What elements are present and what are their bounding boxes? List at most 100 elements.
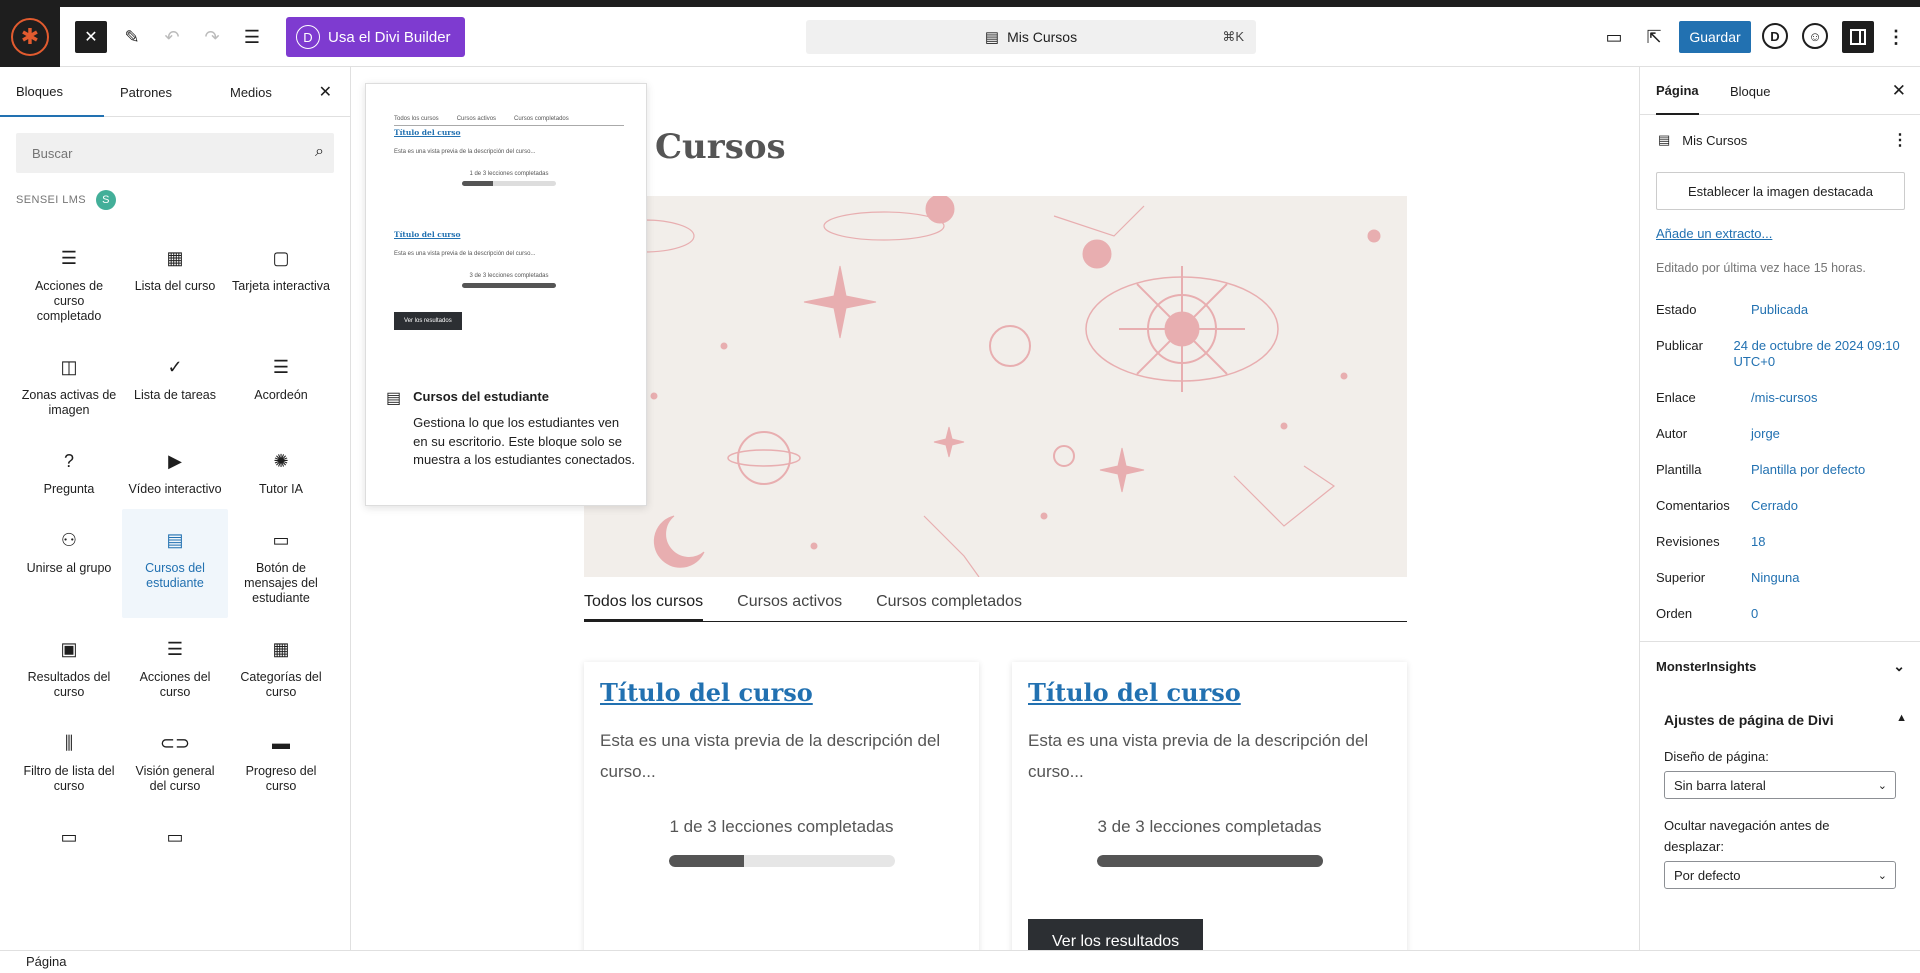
document-icon: ▤ (984, 29, 1000, 46)
block-item[interactable]: ▦ Lista del curso (122, 227, 228, 336)
block-item[interactable]: ◫ Zonas activas de imagen (16, 336, 122, 430)
button-icon: ▭ (60, 826, 78, 847)
meta-value-link[interactable]: Publicada (1751, 302, 1808, 318)
external-view-icon[interactable]: ⇱ (1638, 21, 1670, 53)
block-item[interactable]: ☰ Acciones de curso completado (16, 227, 122, 336)
progress-bar (1096, 855, 1323, 867)
settings-sidebar-toggle[interactable] (1842, 21, 1874, 53)
block-item[interactable]: ▬ Progreso del curso (228, 712, 334, 806)
meta-key: Revisiones (1656, 534, 1720, 549)
block-item[interactable]: ☰ Acciones del curso (122, 618, 228, 712)
close-sidebar-icon[interactable]: ✕ (1892, 81, 1906, 101)
block-item[interactable]: ⚇ Unirse al grupo (16, 509, 122, 618)
block-item[interactable]: ✓ Lista de tareas (122, 336, 228, 430)
tab-pagina[interactable]: Página (1656, 67, 1699, 115)
doc-actions-kebab-icon[interactable]: ⋮ (1892, 130, 1908, 150)
course-results-icon: ▣ (60, 638, 78, 659)
block-item[interactable]: ⊂⊃ Visión general del curso (122, 712, 228, 806)
meta-value-link[interactable]: jorge (1751, 426, 1780, 442)
tab-patrones[interactable]: Patrones (104, 67, 208, 117)
sidebar-icon (1850, 29, 1866, 45)
set-featured-image-button[interactable]: Establecer la imagen destacada (1656, 172, 1905, 210)
block-label: Lista de tareas (134, 388, 216, 402)
save-button[interactable]: Guardar (1679, 21, 1751, 53)
hide-nav-select[interactable]: Por defecto ⌄ (1664, 861, 1896, 889)
meta-value-link[interactable]: Cerrado (1751, 498, 1798, 514)
meta-value-link[interactable]: /mis-cursos (1751, 390, 1817, 406)
block-item[interactable]: ? Pregunta (16, 430, 122, 509)
meta-key: Orden (1656, 606, 1693, 621)
meta-value-link[interactable]: 0 (1751, 606, 1758, 622)
document-title: Mis Cursos (1007, 29, 1078, 45)
divi-panel-header[interactable]: Ajustes de página de Divi ▲ (1640, 694, 1920, 746)
meta-row: Enlace/mis-cursos (1656, 390, 1906, 406)
breadcrumb[interactable]: Página (26, 954, 66, 969)
undo-icon[interactable]: ↶ (156, 21, 188, 53)
block-item[interactable]: ▢ Tarjeta interactiva (228, 227, 334, 336)
meta-row: Estado Publicada (1656, 302, 1906, 318)
block-item[interactable]: ⫼ Filtro de lista del curso (16, 712, 122, 806)
tab-all-courses[interactable]: Todos los cursos (584, 593, 704, 622)
divi-circle-icon[interactable]: D (1762, 23, 1788, 49)
meta-value-link[interactable]: 24 de octubre de 2024 09:10 UTC+0 (1734, 338, 1906, 370)
meta-value-link[interactable]: Ninguna (1751, 570, 1799, 586)
preview-progress-text: 1 de 3 lecciones completadas (469, 171, 549, 177)
document-overview-icon[interactable]: ☰ (236, 21, 268, 53)
course-actions-icon: ☰ (60, 247, 78, 268)
layout-value: Sin barra lateral (1674, 777, 1766, 793)
close-inserter-button[interactable]: ✕ (75, 21, 107, 53)
search-icon: ⌕ (315, 143, 324, 160)
add-excerpt-link[interactable]: Añade un extracto... (1656, 226, 1772, 241)
block-item[interactable]: ▦ Categorías del curso (228, 618, 334, 712)
monsterinsights-panel[interactable]: MonsterInsights ⌄ (1640, 641, 1920, 691)
block-item[interactable]: ▤ Cursos del estudiante (122, 509, 228, 618)
block-item[interactable]: ▣ Resultados del curso (16, 618, 122, 712)
divi-builder-button[interactable]: D Usa el Divi Builder (286, 17, 465, 57)
meta-value-link[interactable]: Plantilla por defecto (1751, 462, 1865, 478)
close-inserter-icon[interactable]: ✕ (319, 67, 332, 117)
page-title[interactable]: Cursos (655, 127, 786, 167)
hero-image[interactable] (584, 196, 1407, 577)
meta-key: Publicar (1656, 338, 1703, 353)
redo-icon[interactable]: ↷ (196, 21, 228, 53)
block-item[interactable]: ▭ (16, 806, 122, 870)
course-card: Título del curso Esta es una vista previ… (584, 662, 979, 950)
preview-progress-bar (462, 181, 556, 186)
block-label: Resultados del curso (27, 670, 111, 699)
tab-bloque[interactable]: Bloque (1730, 67, 1770, 115)
hide-nav-value: Por defecto (1674, 867, 1741, 883)
page-icon: ▤ (1658, 132, 1671, 147)
pencil-icon[interactable]: ✎ (116, 21, 148, 53)
preview-tab: Todos los cursos (394, 116, 439, 122)
desktop-preview-icon[interactable]: ▭ (1598, 21, 1630, 53)
layout-select[interactable]: Sin barra lateral ⌄ (1664, 771, 1896, 799)
meta-key: Plantilla (1656, 462, 1702, 477)
block-item[interactable]: ▭ (122, 806, 228, 870)
block-item[interactable]: ▶ Vídeo interactivo (122, 430, 228, 509)
block-label: Unirse al grupo (26, 561, 112, 575)
course-tabs: Todos los cursos Cursos activos Cursos c… (584, 593, 1407, 622)
tab-bloques[interactable]: Bloques (0, 67, 104, 117)
progress-bar (668, 855, 895, 867)
tab-active-courses[interactable]: Cursos activos (737, 593, 842, 622)
tab-completed-courses[interactable]: Cursos completados (876, 593, 1022, 622)
meta-row: Superior Ninguna (1656, 570, 1906, 586)
celestial-pattern-image (593, 196, 1381, 577)
block-label: Tarjeta interactiva (232, 279, 330, 293)
course-title-link[interactable]: Título del curso (1028, 678, 1391, 707)
block-search-input[interactable] (16, 133, 334, 173)
course-actions-icon: ☰ (166, 638, 184, 659)
tab-medios[interactable]: Medios (208, 67, 308, 117)
site-logo[interactable]: ✱ (0, 7, 60, 67)
block-item[interactable]: ✺ Tutor IA (228, 430, 334, 509)
plugin-avatar-icon[interactable]: ☺ (1802, 23, 1828, 49)
caret-up-icon: ▲ (1896, 712, 1907, 724)
command-palette-button[interactable]: ▤ Mis Cursos ⌘K (806, 20, 1256, 54)
block-item[interactable]: ▭ Botón de mensajes del estudiante (228, 509, 334, 618)
view-results-button[interactable]: Ver los resultados (1028, 919, 1204, 950)
meta-row: Publicar 24 de octubre de 2024 09:10 UTC+… (1656, 338, 1906, 370)
options-kebab-icon[interactable]: ⋮ (1880, 21, 1912, 53)
meta-value-link[interactable]: 18 (1751, 534, 1765, 550)
course-title-link[interactable]: Título del curso (600, 678, 963, 707)
block-item[interactable]: ☰ Acordeón (228, 336, 334, 430)
